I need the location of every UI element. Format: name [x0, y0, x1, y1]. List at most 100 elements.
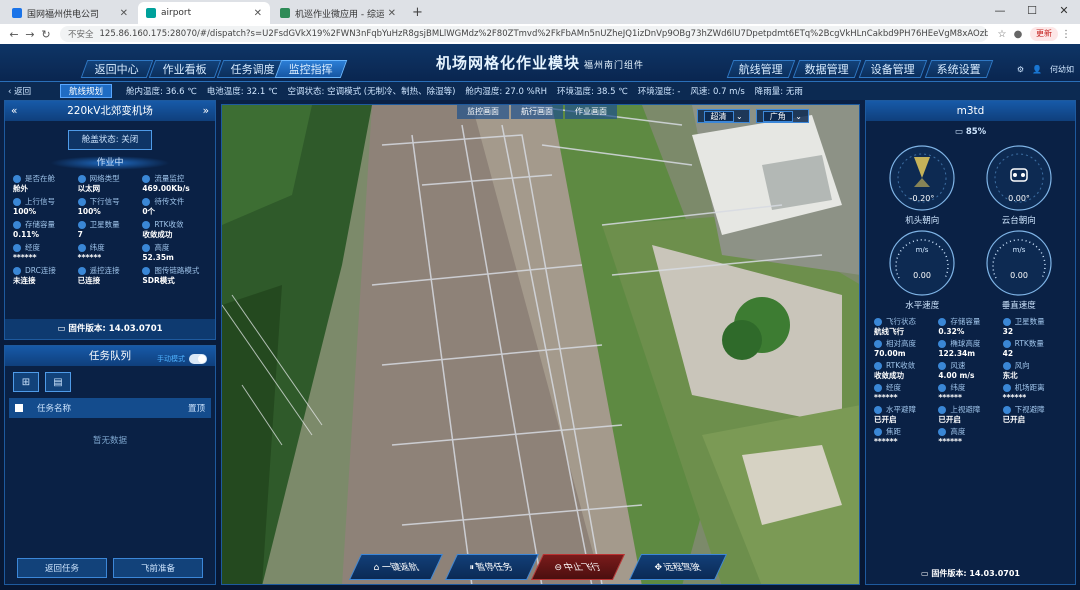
favicon-icon: [12, 8, 22, 18]
back-arrow-icon[interactable]: ←: [6, 28, 22, 41]
forward-arrow-icon[interactable]: →: [22, 28, 38, 41]
airport-state: 作业中: [50, 156, 170, 170]
nav-system-settings[interactable]: 系统设置: [924, 60, 994, 78]
tab-monitor-view[interactable]: 监控画面: [457, 105, 509, 119]
task-list-icon[interactable]: ▤: [45, 372, 71, 392]
field-item: 上行信号 100%: [13, 197, 78, 217]
field-label: 风向: [1014, 361, 1030, 370]
menu-dots-icon[interactable]: ⋮: [1058, 29, 1074, 40]
nav-device-manage[interactable]: 设备管理: [858, 60, 928, 78]
field-label: 经度: [25, 243, 40, 252]
update-button[interactable]: 更新: [1030, 27, 1058, 41]
field-value: 469.00Kb/s: [142, 184, 190, 193]
reload-icon[interactable]: ↻: [38, 28, 54, 41]
field-label: RTK收敛: [154, 220, 184, 229]
field-label: 机场距离: [1014, 383, 1045, 392]
field-label: 卫星数量: [1014, 317, 1045, 326]
add-task-icon[interactable]: ⊞: [13, 372, 39, 392]
new-tab-icon[interactable]: +: [412, 5, 423, 20]
field-item: 遥控连接 已连接: [77, 266, 143, 286]
flight-controls: ⌂ 一键返航 ⏸ 暂停任务 ⊖ 中止飞行 ✥ 远程驾驶: [345, 554, 730, 582]
remote-drive-button[interactable]: ✥ 远程驾驶: [628, 554, 728, 580]
nav-return-center[interactable]: 返回中心: [80, 60, 154, 78]
field-label: 上行信号: [25, 197, 55, 206]
user-icon[interactable]: 👤: [1032, 65, 1042, 74]
field-item: RTK数量 42: [1002, 339, 1067, 359]
field-item: 是否在舱 舱外: [13, 174, 78, 194]
browser-tab-3[interactable]: 机巡作业微应用 - 综运 ✕: [272, 2, 404, 24]
field-label: 飞行状态: [886, 317, 916, 326]
hatch-status-button[interactable]: 舱盖状态: 关闭: [68, 130, 152, 150]
heading-dial-icon: -0.20°: [889, 145, 955, 211]
field-item: 相对高度 70.00m: [874, 339, 938, 359]
field-value: 以太网: [77, 184, 101, 193]
field-icon: [938, 428, 947, 436]
video-feed[interactable]: 监控画面 航行画面 作业画面 超清 ⌄ 广角 ⌄: [221, 104, 860, 585]
return-task-button[interactable]: 返回任务: [17, 558, 107, 578]
preflight-button[interactable]: 飞前准备: [113, 558, 203, 578]
username[interactable]: 何幼如: [1050, 64, 1074, 75]
status-aircon: 空调状态: 空调模式 (无制冷、制热、除湿等): [287, 87, 456, 97]
address-bar: ← → ↻ 不安全 125.86.160.175:28070/#/dispatch…: [0, 24, 1080, 44]
field-icon: [77, 267, 86, 275]
col-task-name: 任务名称: [37, 404, 72, 414]
field-label: 经度: [886, 383, 901, 392]
nav-data-manage[interactable]: 数据管理: [792, 60, 862, 78]
select-all-checkbox[interactable]: [15, 404, 23, 412]
task-queue-panel: 任务队列 手动模式 ⊞ ▤ 任务名称 置顶 暂无数据 返回任务 飞前准备: [4, 345, 216, 585]
field-item: 飞行状态 航线飞行: [874, 317, 938, 337]
lens-select[interactable]: 广角 ⌄: [755, 109, 809, 123]
field-icon: [874, 340, 882, 348]
vspeed-value: 0.00: [1010, 271, 1028, 280]
field-value: 0.11%: [13, 230, 40, 239]
close-icon[interactable]: ✕: [388, 8, 396, 19]
field-icon: [142, 267, 151, 275]
browser-tab-1[interactable]: 国网福州供电公司 ✕: [4, 2, 136, 24]
route-plan-button[interactable]: 航线规划: [60, 84, 113, 98]
drone-panel: m3td ▭ 85% -0.20° 机头朝向 0.00° 云台朝向 m/s 0.…: [865, 100, 1076, 585]
back-button[interactable]: ‹ 返回: [0, 85, 60, 97]
toggle-switch[interactable]: [189, 354, 207, 364]
field-item: 存储容量 0.11%: [13, 220, 78, 240]
field-value: 0个: [142, 207, 156, 216]
next-icon[interactable]: »: [203, 101, 209, 121]
nav-monitor-command[interactable]: 监控指挥: [274, 60, 348, 78]
quality-select[interactable]: 超清 ⌄: [696, 109, 750, 123]
return-home-button[interactable]: ⌂ 一键返航: [348, 554, 444, 580]
tab-flight-view[interactable]: 航行画面: [511, 105, 563, 119]
field-label: 流量监控: [154, 174, 185, 183]
profile-icon[interactable]: ●: [1010, 29, 1026, 40]
battery-icon: ▭: [954, 127, 963, 137]
minimize-icon[interactable]: —: [984, 0, 1016, 22]
mode-toggle[interactable]: 手动模式: [157, 349, 207, 369]
status-env-temp: 环境温度: 38.5 ℃: [557, 87, 628, 97]
field-label: 水平避障: [886, 405, 916, 414]
maximize-icon[interactable]: ☐: [1016, 0, 1048, 22]
favicon-icon: [280, 8, 290, 18]
field-value: ******: [938, 437, 962, 446]
nav-route-manage[interactable]: 航线管理: [726, 60, 796, 78]
field-icon: [13, 267, 21, 275]
gimbal-label: 云台朝向: [1001, 216, 1036, 226]
gimbal-value: 0.00°: [1008, 194, 1030, 203]
field-value: ******: [938, 393, 962, 402]
field-item: 待传文件 0个: [142, 197, 207, 217]
video-selectors: 超清 ⌄ 广角 ⌄: [696, 109, 809, 123]
field-value: 70.00m: [874, 349, 906, 358]
pause-task-button[interactable]: ⏸ 暂停任务: [444, 554, 540, 580]
browser-tab-2[interactable]: airport ✕: [138, 2, 270, 24]
close-icon[interactable]: ✕: [254, 8, 262, 19]
url-input[interactable]: 不安全 125.86.160.175:28070/#/dispatch?s=U2F…: [60, 26, 988, 42]
close-window-icon[interactable]: ✕: [1048, 0, 1080, 22]
prev-icon[interactable]: «: [11, 101, 17, 121]
field-value: 收敛成功: [142, 230, 173, 239]
field-value: 32: [1002, 327, 1014, 336]
gear-icon[interactable]: ⚙: [1017, 65, 1024, 74]
nav-job-board[interactable]: 作业看板: [148, 60, 222, 78]
vspeed-gauge: m/s 0.00 垂直速度: [971, 228, 1068, 311]
tab-work-view[interactable]: 作业画面: [565, 105, 617, 119]
field-item: 卫星数量 7: [77, 220, 143, 240]
stop-flight-button[interactable]: ⊖ 中止飞行: [530, 554, 626, 580]
close-icon[interactable]: ✕: [120, 8, 128, 19]
bookmark-star-icon[interactable]: ☆: [994, 29, 1010, 40]
